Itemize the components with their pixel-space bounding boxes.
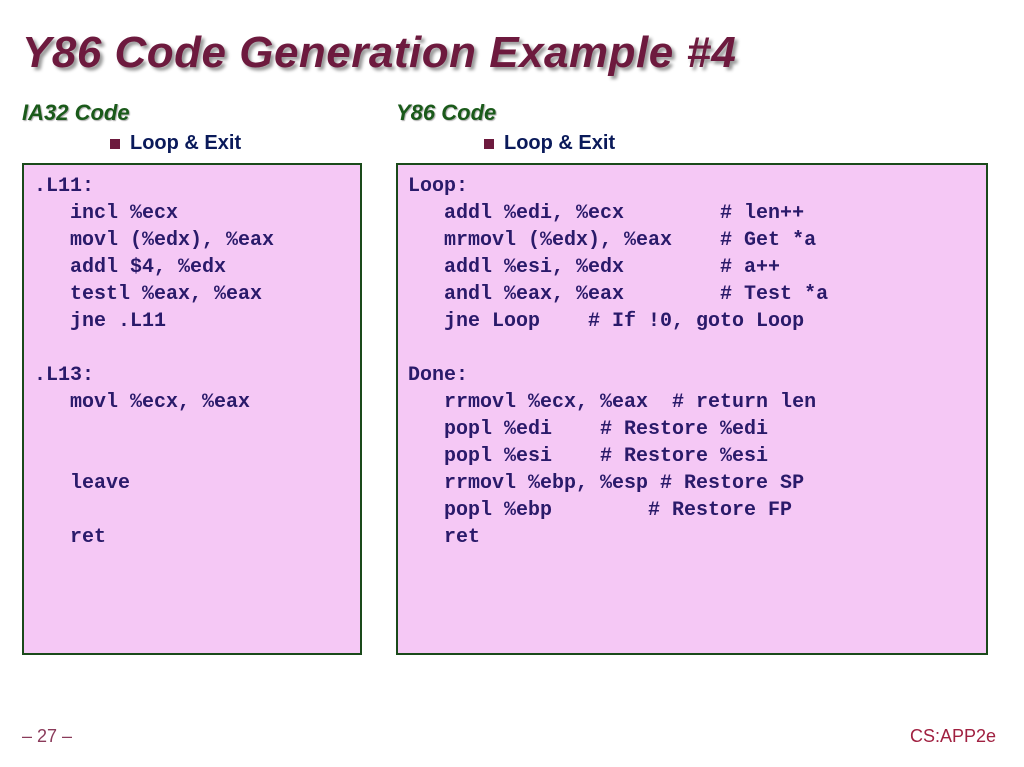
footer-label: CS:APP2e <box>910 726 996 747</box>
ia32-code-box: .L11: incl %ecx movl (%edx), %eax addl $… <box>22 163 362 655</box>
slide-number: – 27 – <box>22 726 72 747</box>
y86-bullet-text: Loop & Exit <box>504 132 615 155</box>
ia32-bullet-text: Loop & Exit <box>130 132 241 155</box>
square-bullet-icon <box>484 139 494 149</box>
left-column: IA32 Code Loop & Exit .L11: incl %ecx mo… <box>22 100 362 655</box>
y86-code-box: Loop: addl %edi, %ecx # len++ mrmovl (%e… <box>396 163 988 655</box>
ia32-bullet-row: Loop & Exit <box>110 132 362 155</box>
right-column: Y86 Code Loop & Exit Loop: addl %edi, %e… <box>396 100 988 655</box>
y86-heading: Y86 Code <box>396 100 988 126</box>
y86-bullet-row: Loop & Exit <box>484 132 988 155</box>
square-bullet-icon <box>110 139 120 149</box>
columns-container: IA32 Code Loop & Exit .L11: incl %ecx mo… <box>22 100 1002 655</box>
ia32-heading: IA32 Code <box>22 100 362 126</box>
slide-title: Y86 Code Generation Example #4 <box>22 28 1002 78</box>
